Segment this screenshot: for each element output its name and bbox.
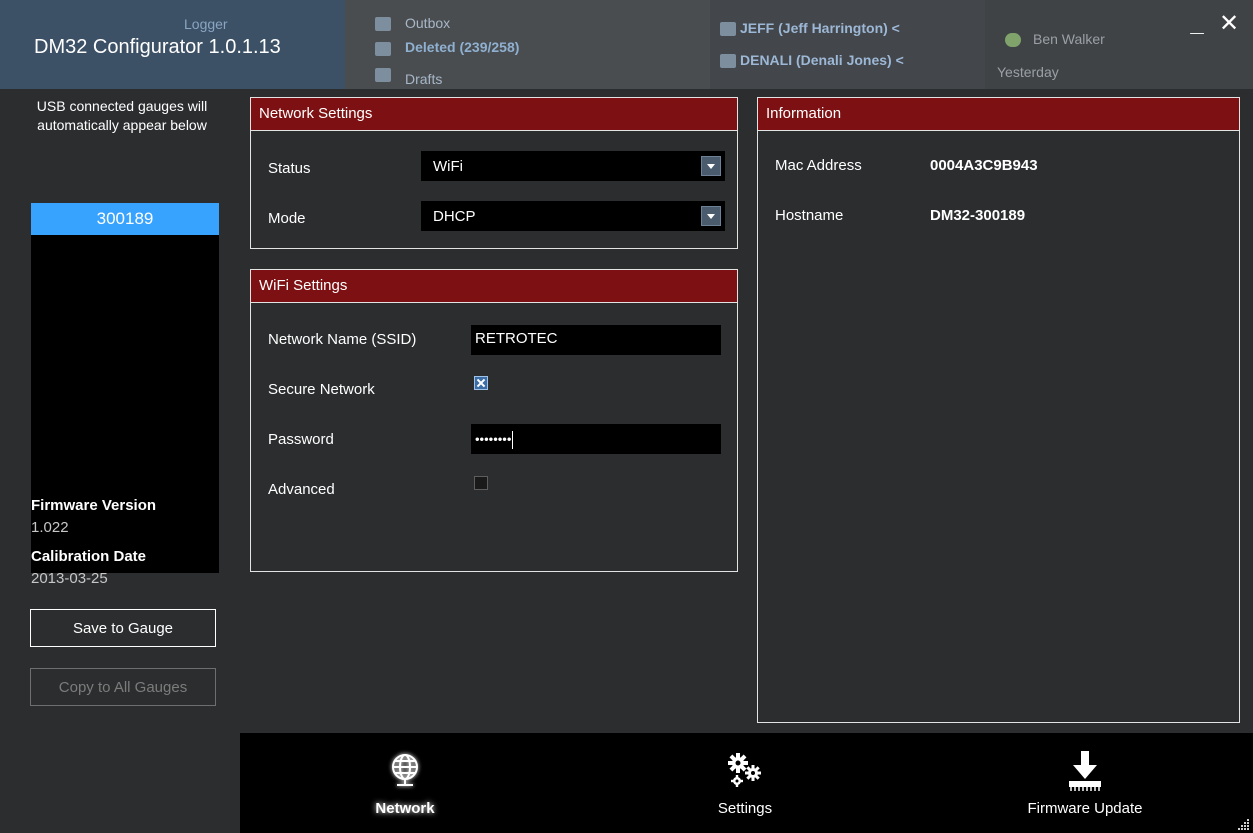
status-dropdown[interactable]: WiFi <box>421 151 725 181</box>
secure-network-label: Secure Network <box>268 381 375 398</box>
close-button[interactable]: ✕ <box>1217 10 1241 38</box>
secure-network-checkbox[interactable] <box>474 376 488 390</box>
nav-firmware-update[interactable]: Firmware Update <box>1000 733 1170 833</box>
gauge-panel: USB connected gauges will automatically … <box>0 89 243 833</box>
status-label: Status <box>268 160 311 177</box>
title-bar: Logger Outbox Deleted (239/258) Drafts J… <box>0 0 1253 89</box>
background-folder: Drafts <box>405 71 443 87</box>
network-settings-group: Network Settings Status WiFi Mode DHCP <box>250 97 738 249</box>
minimize-button[interactable]: _ <box>1185 10 1209 38</box>
background-message: JEFF (Jeff Harrington) < <box>740 20 900 36</box>
nav-network-label: Network <box>375 800 435 817</box>
password-label: Password <box>268 431 334 448</box>
background-app-messages: JEFF (Jeff Harrington) < DENALI (Denali … <box>710 0 985 89</box>
message-icon <box>720 54 736 68</box>
password-input-value: •••••••• <box>475 431 512 447</box>
copy-to-all-gauges-button[interactable]: Copy to All Gauges <box>30 668 216 706</box>
background-contact: Ben Walker <box>1033 31 1105 47</box>
password-input[interactable]: •••••••• <box>471 424 721 454</box>
advanced-label: Advanced <box>268 481 335 498</box>
hostname-value: DM32-300189 <box>930 207 1026 224</box>
resize-grip-icon[interactable] <box>1238 818 1250 830</box>
window-controls: _ ✕ <box>1185 10 1241 38</box>
contact-icon <box>1005 33 1021 47</box>
mode-dropdown-value: DHCP <box>433 208 476 225</box>
network-settings-header: Network Settings <box>251 98 737 131</box>
wifi-settings-group: WiFi Settings Network Name (SSID) RETROT… <box>250 269 738 572</box>
nav-firmware-update-label: Firmware Update <box>1027 800 1143 817</box>
information-header: Information <box>758 98 1239 131</box>
gauge-list-item[interactable]: 300189 <box>31 203 219 235</box>
window-title: DM32 Configurator 1.0.1.13 <box>34 36 281 58</box>
status-dropdown-value: WiFi <box>433 158 463 175</box>
usb-hint-text: USB connected gauges will automatically … <box>36 98 208 133</box>
calibration-date-value: 2013-03-25 <box>31 570 108 587</box>
background-message: DENALI (Denali Jones) < <box>740 52 904 68</box>
background-folder: Deleted (239/258) <box>405 39 520 55</box>
ssid-input-value: RETROTEC <box>475 330 558 347</box>
chevron-down-icon[interactable] <box>701 206 721 226</box>
nav-network[interactable]: Network <box>330 733 480 833</box>
background-folder: Outbox <box>405 15 451 31</box>
background-app-text: Logger <box>184 16 228 32</box>
mac-address-value: 0004A3C9B943 <box>930 157 1038 174</box>
ssid-label: Network Name (SSID) <box>268 331 417 348</box>
message-icon <box>720 22 736 36</box>
mode-dropdown[interactable]: DHCP <box>421 201 725 231</box>
gears-icon <box>728 753 761 787</box>
mac-address-label: Mac Address <box>775 157 862 174</box>
drafts-icon <box>375 68 391 82</box>
ssid-input[interactable]: RETROTEC <box>471 325 721 355</box>
globe-icon <box>392 754 418 786</box>
firmware-version-value: 1.022 <box>31 519 69 536</box>
gauge-list[interactable]: 300189 <box>31 203 219 573</box>
background-app-folders: Outbox Deleted (239/258) Drafts <box>345 0 710 89</box>
save-to-gauge-button[interactable]: Save to Gauge <box>30 609 216 647</box>
hostname-label: Hostname <box>775 207 844 224</box>
nav-settings[interactable]: Settings <box>670 733 820 833</box>
mode-label: Mode <box>268 210 306 227</box>
bottom-navigation: Network Settings Firmware Update <box>240 733 1253 833</box>
chevron-down-icon[interactable] <box>701 156 721 176</box>
text-cursor <box>512 431 514 449</box>
firmware-version-label: Firmware Version <box>31 497 157 514</box>
folder-icon <box>375 17 391 31</box>
advanced-checkbox[interactable] <box>474 476 488 490</box>
wifi-settings-header: WiFi Settings <box>251 270 737 303</box>
nav-settings-label: Settings <box>717 800 773 817</box>
calibration-date-label: Calibration Date <box>31 548 147 565</box>
download-icon <box>1069 751 1101 791</box>
trash-icon <box>375 42 391 56</box>
background-contact: Yesterday <box>997 64 1059 80</box>
information-group: Information Mac Address 0004A3C9B943 Hos… <box>757 97 1240 723</box>
